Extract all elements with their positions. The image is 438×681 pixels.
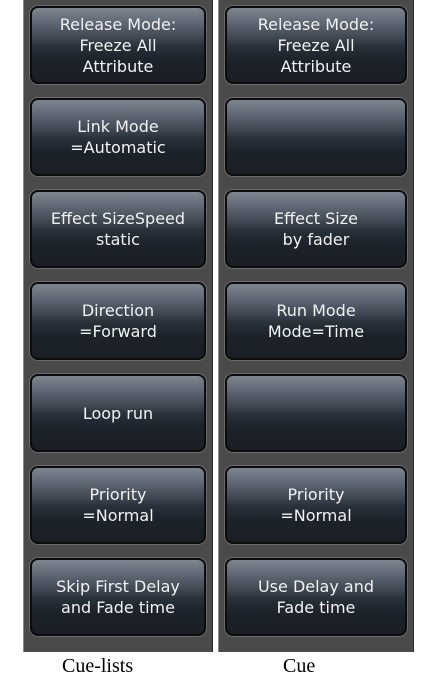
cue-use-delay-label: Use Delay and Fade time [257,577,375,617]
release-mode-button[interactable]: Release Mode: Freeze All Attribute [30,6,206,84]
cue-effect-size-label: Effect Size by fader [274,209,358,249]
cue-priority-button[interactable]: Priority =Normal [225,466,407,544]
cue-use-delay-button[interactable]: Use Delay and Fade time [225,558,407,636]
skip-first-delay-label: Skip First Delay and Fade time [56,577,180,617]
cue-run-mode-label: Run Mode Mode=Time [267,301,365,341]
direction-button[interactable]: Direction =Forward [30,282,206,360]
priority-label: Priority =Normal [82,485,154,525]
cue-effect-size-button[interactable]: Effect Size by fader [225,190,407,268]
cue-priority-label: Priority =Normal [280,485,352,525]
cue-empty-button-1[interactable] [225,98,407,176]
cue-panel: Release Mode: Freeze All Attribute Effec… [218,0,414,652]
cue-run-mode-button[interactable]: Run Mode Mode=Time [225,282,407,360]
priority-button[interactable]: Priority =Normal [30,466,206,544]
effect-size-speed-button[interactable]: Effect SizeSpeed static [30,190,206,268]
link-mode-label: Link Mode =Automatic [70,117,166,157]
release-mode-label: Release Mode: Freeze All Attribute [59,14,177,76]
cue-lists-caption: Cue-lists [62,655,134,677]
effect-size-speed-label: Effect SizeSpeed static [50,209,186,249]
loop-run-button[interactable]: Loop run [30,374,206,452]
direction-label: Direction =Forward [79,301,157,341]
loop-run-label: Loop run [82,403,154,423]
cue-caption: Cue [283,655,316,677]
link-mode-button[interactable]: Link Mode =Automatic [30,98,206,176]
cue-release-mode-label: Release Mode: Freeze All Attribute [257,14,375,76]
cue-release-mode-button[interactable]: Release Mode: Freeze All Attribute [225,6,407,84]
cue-empty-button-2[interactable] [225,374,407,452]
skip-first-delay-button[interactable]: Skip First Delay and Fade time [30,558,206,636]
cue-lists-panel: Release Mode: Freeze All Attribute Link … [23,0,213,652]
